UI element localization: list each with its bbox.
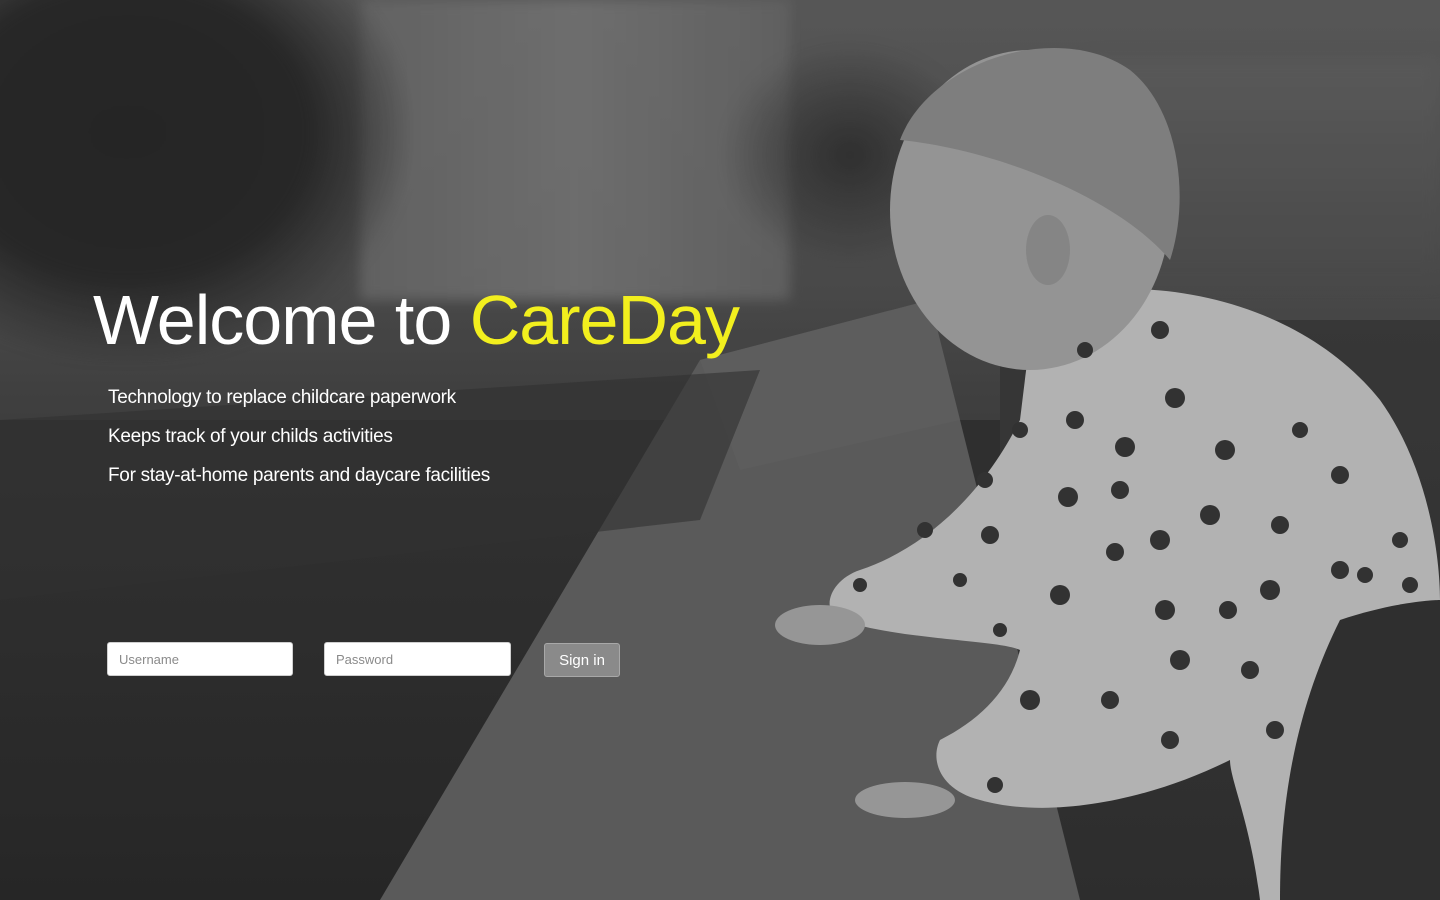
login-form: Sign in — [107, 642, 627, 678]
password-input[interactable] — [324, 642, 511, 676]
landing-page: Welcome to CareDay Technology to replace… — [0, 0, 1440, 900]
tagline-item: Keeps track of your childs activities — [108, 426, 393, 447]
page-title-prefix: Welcome to — [93, 281, 470, 359]
page-title: Welcome to CareDay — [93, 280, 740, 360]
tagline-item: For stay-at-home parents and daycare fac… — [108, 465, 490, 486]
sign-in-button[interactable]: Sign in — [544, 643, 620, 677]
username-input[interactable] — [107, 642, 293, 676]
brand-name: CareDay — [469, 281, 740, 359]
tagline-list: Technology to replace childcare paperwor… — [108, 384, 490, 501]
tagline-item: Technology to replace childcare paperwor… — [108, 387, 456, 408]
